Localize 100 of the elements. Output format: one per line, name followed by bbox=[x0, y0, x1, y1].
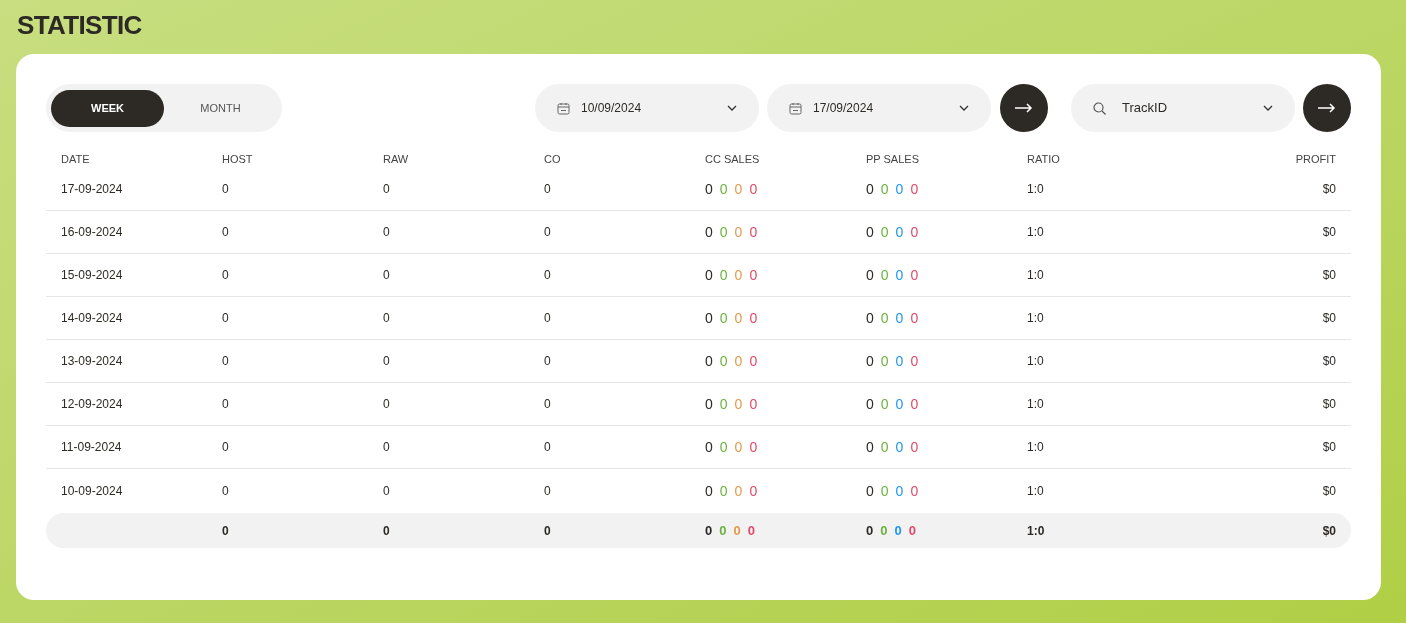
table-cell-text: 0 bbox=[222, 396, 230, 413]
table-cell-text: 1:0 bbox=[1027, 396, 1045, 413]
tracking-select[interactable]: TrackID bbox=[1071, 84, 1295, 132]
sales-count: 0 bbox=[866, 439, 874, 455]
sales-count: 0 bbox=[705, 181, 713, 197]
date-cell-text: 16-09-2024 bbox=[61, 224, 124, 241]
sales-count: 0 bbox=[719, 353, 728, 369]
sales-count: 0 bbox=[880, 353, 889, 369]
table-cell-text: 0 bbox=[544, 482, 552, 500]
sales-count: 0 bbox=[866, 482, 874, 499]
sales-count: 0 bbox=[719, 310, 728, 326]
apply-dates-button[interactable] bbox=[1000, 84, 1048, 132]
search-icon bbox=[1093, 101, 1106, 115]
sales-count: 0 bbox=[895, 224, 904, 240]
sales-count: 0 bbox=[705, 396, 713, 412]
period-tab[interactable]: WEEK bbox=[51, 89, 164, 127]
total-cell-text: 0 bbox=[544, 522, 552, 540]
sales-count: 0 bbox=[749, 439, 758, 455]
table-cell-text: 0 bbox=[383, 482, 391, 500]
date-cell-text: 17-09-2024 bbox=[61, 181, 124, 198]
sales-count: 0 bbox=[705, 482, 713, 499]
period-tab[interactable]: MONTH bbox=[164, 89, 277, 127]
table-cell-text: 0 bbox=[383, 267, 391, 284]
sales-count: 0 bbox=[719, 439, 728, 455]
sales-count: 0 bbox=[895, 482, 904, 499]
table-cell-text: 0 bbox=[222, 353, 230, 370]
column-header: HOST bbox=[222, 151, 253, 167]
table-cell-text: 1:0 bbox=[1027, 181, 1045, 198]
table-cell-text: 0 bbox=[383, 439, 391, 456]
date-cell-text: 10-09-2024 bbox=[61, 482, 124, 500]
sales-count: 0 bbox=[895, 267, 904, 283]
sales-count: 0 bbox=[705, 310, 713, 326]
calendar-icon bbox=[789, 101, 802, 115]
sales-count: 0 bbox=[880, 181, 889, 197]
page-title: STATISTIC bbox=[17, 9, 142, 42]
sales-count: 0 bbox=[733, 521, 741, 540]
sales-count: 0 bbox=[910, 439, 919, 455]
sales-count: 0 bbox=[866, 224, 874, 240]
sales-count: 0 bbox=[910, 482, 919, 499]
sales-count: 0 bbox=[908, 521, 916, 540]
sales-count: 0 bbox=[895, 181, 904, 197]
sales-count: 0 bbox=[719, 396, 728, 412]
sales-count: 0 bbox=[749, 267, 758, 283]
chevron-down-icon bbox=[959, 105, 969, 111]
date-cell-text: 12-09-2024 bbox=[61, 396, 124, 413]
sales-count: 0 bbox=[866, 181, 874, 197]
sales-count: 0 bbox=[749, 181, 758, 197]
arrow-right-icon bbox=[1318, 103, 1336, 113]
sales-count: 0 bbox=[734, 439, 743, 455]
sales-count: 0 bbox=[719, 224, 728, 240]
date-cell-text: 13-09-2024 bbox=[61, 353, 124, 370]
table-cell-text: 0 bbox=[544, 224, 552, 241]
sales-count: 0 bbox=[705, 224, 713, 240]
date-to-field[interactable]: 17/09/2024 bbox=[767, 84, 991, 132]
table-cell-text: 0 bbox=[544, 439, 552, 456]
table-cell-text: 1:0 bbox=[1027, 310, 1045, 327]
table-cell-text: $0 bbox=[1322, 439, 1336, 456]
column-header: CC SALES bbox=[705, 151, 760, 167]
table-cell-text: $0 bbox=[1322, 267, 1336, 284]
sales-count: 0 bbox=[895, 353, 904, 369]
column-header: DATE bbox=[61, 151, 90, 167]
sales-count: 0 bbox=[880, 224, 889, 240]
table-cell-text: 0 bbox=[383, 224, 391, 241]
table-cell-text: 1:0 bbox=[1027, 482, 1045, 500]
sales-count: 0 bbox=[880, 482, 889, 499]
table-cell-text: $0 bbox=[1322, 353, 1336, 370]
column-header: PP SALES bbox=[866, 151, 919, 167]
table-cell-text: 0 bbox=[222, 482, 230, 500]
sales-count: 0 bbox=[910, 181, 919, 197]
sales-count: 0 bbox=[719, 267, 728, 283]
table-cell-text: 0 bbox=[222, 267, 230, 284]
table-cell-text: 0 bbox=[383, 396, 391, 413]
table-cell-text: $0 bbox=[1322, 310, 1336, 327]
sales-count: 0 bbox=[734, 482, 743, 499]
sales-count: 0 bbox=[866, 310, 874, 326]
table-cell-text: $0 bbox=[1322, 224, 1336, 241]
table-cell-text: 0 bbox=[544, 310, 552, 327]
sales-count: 0 bbox=[734, 181, 743, 197]
table-cell-text: 1:0 bbox=[1027, 353, 1045, 370]
sales-count: 0 bbox=[880, 439, 889, 455]
column-header: RAW bbox=[383, 151, 409, 167]
sales-count: 0 bbox=[747, 521, 755, 540]
date-cell-text: 14-09-2024 bbox=[61, 310, 124, 327]
chevron-down-icon bbox=[1263, 105, 1273, 111]
date-from-field[interactable]: 10/09/2024 bbox=[535, 84, 759, 132]
sales-count: 0 bbox=[910, 310, 919, 326]
column-header: PROFIT bbox=[1295, 151, 1336, 167]
table-cell-text: 0 bbox=[544, 396, 552, 413]
sales-count: 0 bbox=[749, 310, 758, 326]
sales-count: 0 bbox=[749, 353, 758, 369]
apply-tracking-button[interactable] bbox=[1303, 84, 1351, 132]
table-cell-text: 0 bbox=[383, 353, 391, 370]
table-cell-text: 0 bbox=[544, 353, 552, 370]
table-cell-text: 1:0 bbox=[1027, 267, 1045, 284]
sales-count: 0 bbox=[866, 267, 874, 283]
sales-count: 0 bbox=[895, 396, 904, 412]
sales-count: 0 bbox=[719, 482, 728, 499]
calendar-icon bbox=[557, 101, 570, 115]
table-cell-text: $0 bbox=[1322, 482, 1336, 500]
sales-count: 0 bbox=[719, 181, 728, 197]
